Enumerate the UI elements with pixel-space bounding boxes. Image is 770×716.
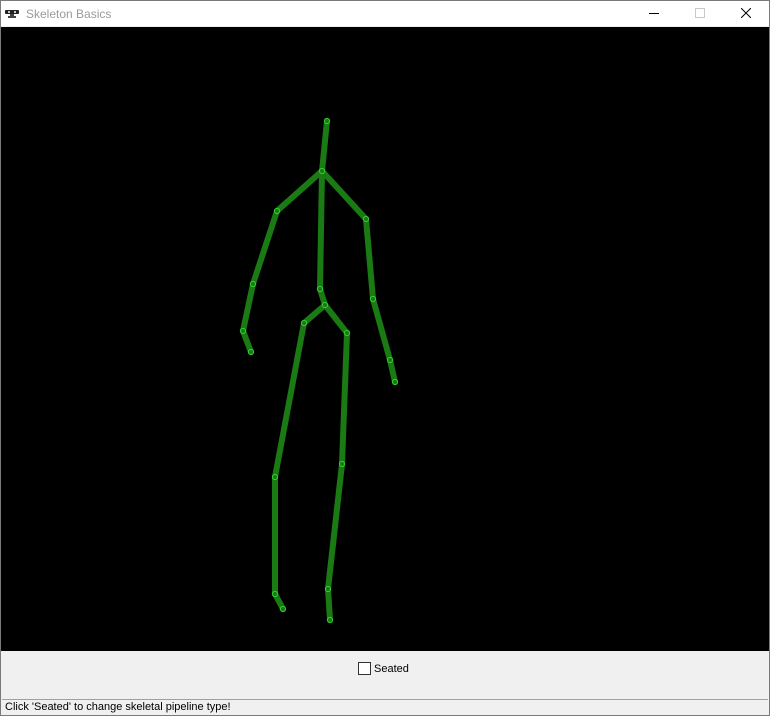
- bone-elbow_right-wrist_right: [370, 296, 393, 363]
- seated-label: Seated: [374, 662, 409, 675]
- minimize-button[interactable]: [631, 1, 677, 26]
- minimize-icon: [649, 5, 659, 23]
- bone-shoulder_center-shoulder_right: [319, 168, 369, 222]
- bone-hip_left-knee_left: [272, 320, 307, 480]
- options-panel: [1, 651, 769, 699]
- bone-hip_center-hip_left: [301, 302, 328, 326]
- skeleton-drawing: [239, 117, 399, 624]
- bone-wrist_right-hand_right: [387, 357, 398, 385]
- maximize-button[interactable]: [677, 1, 723, 26]
- bone-elbow_left-wrist_left: [240, 281, 256, 334]
- close-button[interactable]: [723, 1, 769, 26]
- bone-head-shoulder_center: [319, 118, 330, 174]
- app-window: Skeleton Basics Seated Click 'Seated' to…: [0, 0, 770, 716]
- window-controls: [631, 1, 769, 26]
- maximize-icon: [695, 5, 705, 23]
- bone-ankle_right-foot_right: [325, 586, 333, 623]
- close-icon: [740, 5, 752, 23]
- bone-shoulder_center-shoulder_left: [274, 168, 325, 214]
- checkbox-box[interactable]: [358, 662, 371, 675]
- window-title: Skeleton Basics: [26, 6, 112, 21]
- bone-shoulder_center-spine: [317, 168, 325, 292]
- bone-shoulder_left-elbow_left: [250, 208, 280, 287]
- kinect-sensor-icon: [4, 6, 20, 22]
- status-text: Click 'Seated' to change skeletal pipeli…: [5, 701, 231, 713]
- bone-knee_right-ankle_right: [325, 461, 345, 592]
- title-bar[interactable]: Skeleton Basics: [1, 1, 769, 26]
- bone-wrist_left-hand_left: [240, 328, 254, 355]
- seated-checkbox[interactable]: Seated: [358, 662, 409, 675]
- bone-shoulder_right-elbow_right: [363, 216, 376, 302]
- bone-hip_center-hip_right: [322, 302, 350, 336]
- skeleton-canvas: [1, 27, 769, 651]
- bone-hip_right-knee_right: [339, 330, 350, 467]
- status-bar: Click 'Seated' to change skeletal pipeli…: [2, 699, 768, 715]
